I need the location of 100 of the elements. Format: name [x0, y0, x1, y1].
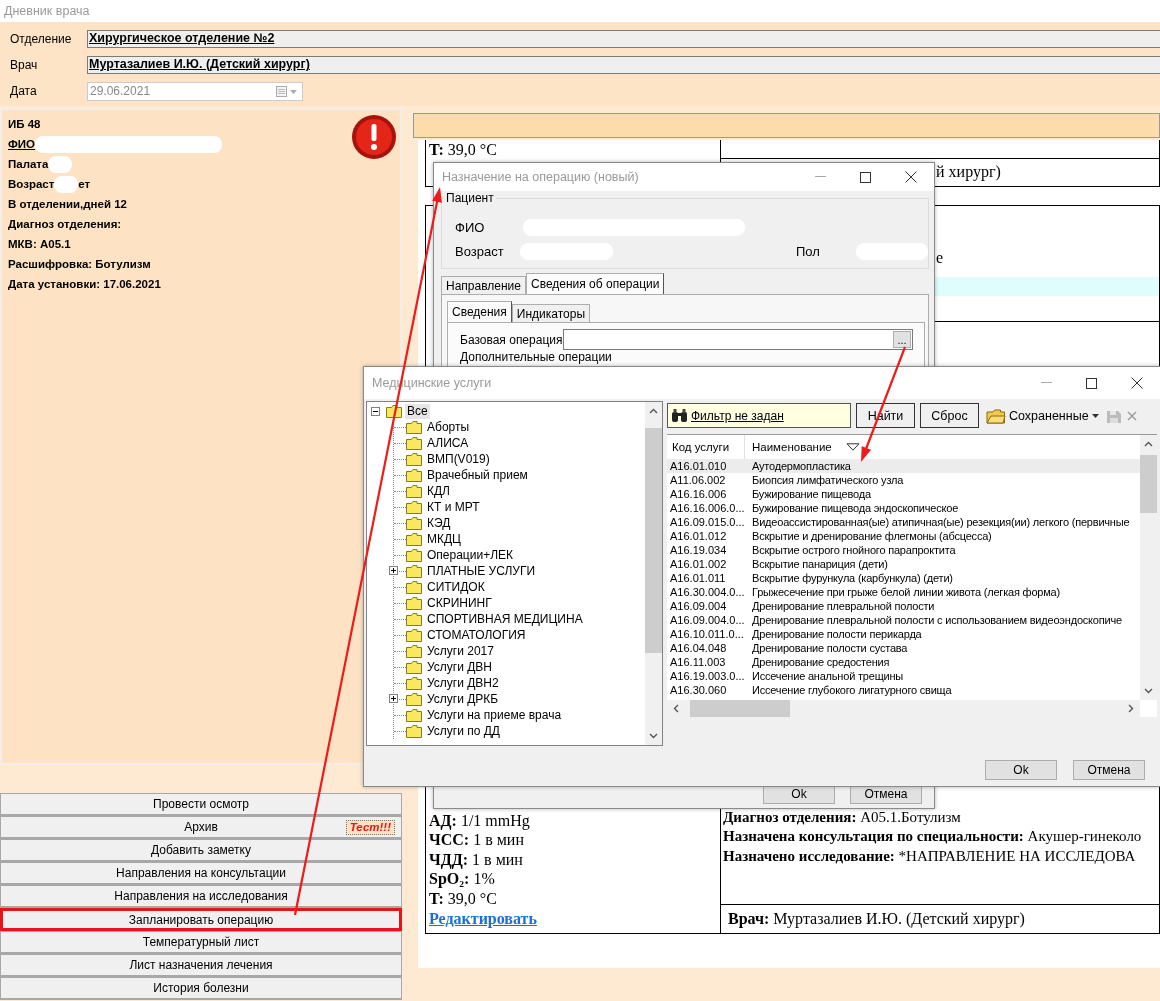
tree-item[interactable]: Врачебный прием [425, 467, 530, 483]
tree-item[interactable]: Услуги ДРКБ [425, 691, 501, 707]
action-button[interactable]: Направления на исследования [0, 885, 402, 908]
action-button[interactable]: Температурный лист [0, 931, 402, 954]
scrollbar-thumb[interactable] [1140, 455, 1157, 513]
tree-item[interactable]: Услуги на приеме врача [425, 707, 564, 723]
caret-icon [1091, 413, 1099, 418]
chevron-up-icon[interactable] [1144, 441, 1153, 447]
tree-item[interactable]: СИТИДОК [425, 579, 487, 595]
action-button[interactable]: Провести осмотр [0, 793, 402, 816]
chevron-down-icon[interactable] [1144, 688, 1153, 694]
tree-item[interactable]: КДЛ [425, 483, 452, 499]
table-row[interactable]: A16.01.011 Вскрытие фурункула (карбункула) (дети) [667, 571, 1140, 585]
chevron-right-icon[interactable] [1128, 704, 1134, 713]
table-cell-text: Видеоассистированная(ые) атипичная(ые) резекция(ии) легкого (первичные [751, 516, 1130, 528]
table-row[interactable]: A11.06.002 Биопсия лимфатического узла [667, 473, 1140, 487]
tree-item[interactable]: Услуги ДВН [425, 659, 495, 675]
expand-icon[interactable] [389, 694, 398, 703]
tree-item[interactable]: СТОМАТОЛОГИЯ [425, 627, 528, 643]
folder-icon [986, 407, 1006, 424]
close-icon[interactable] [1131, 377, 1143, 389]
patient-link[interactable]: ФИО [8, 138, 36, 150]
scrollbar-thumb[interactable] [690, 700, 790, 717]
table-row[interactable]: A16.11.003 Дренирование средостения [667, 655, 1140, 669]
chevron-up-icon[interactable] [649, 408, 658, 414]
summary-line: Назначено исследование: *НАПРАВЛЕНИЕ НА ИССЛЕДОВА [722, 846, 1136, 866]
dialog-button[interactable]: Отмена [1073, 760, 1145, 780]
table-cell-text: A16.04.048 [669, 642, 728, 654]
tree-item[interactable]: СПОРТИВНАЯ МЕДИЦИНА [425, 611, 585, 627]
action-button[interactable]: Запланировать операцию [0, 908, 402, 931]
saved-filters-button[interactable]: Сохраненные [984, 404, 1101, 427]
dialog-button[interactable]: Ok [985, 760, 1057, 780]
table-cell-text: A16.01.002 [669, 558, 728, 570]
maximize-icon[interactable] [860, 171, 871, 183]
tree-item[interactable]: Все [405, 403, 430, 419]
tree-item[interactable]: МКДЦ [425, 531, 463, 547]
column-header[interactable]: Наименование [752, 441, 832, 453]
table-row[interactable]: A16.30.004.0... Грыжесечение при грыже белой линии живота (легкая форма) [667, 585, 1140, 599]
folder-icon [406, 532, 422, 546]
table-row[interactable]: A16.10.011.0... Дренирование полости перикарда [667, 627, 1140, 641]
browse-button[interactable]: ... [893, 331, 911, 348]
action-button[interactable]: Архив Тест!!! [0, 816, 402, 839]
expand-icon[interactable] [389, 566, 398, 575]
table-row[interactable]: A16.30.060 Иссечение глубокого лигатурного свища [667, 683, 1140, 697]
table-cell-text: A16.16.006 [669, 488, 728, 500]
action-button[interactable]: История болезни [0, 977, 402, 1000]
tree-item[interactable]: Услуги ДВН2 [425, 675, 501, 691]
patient-info: Дата установки: 17.06.2021 [8, 278, 161, 290]
folder-icon [406, 420, 422, 434]
table-row[interactable]: A16.19.034 Вскрытие острого гнойного парапроктита [667, 543, 1140, 557]
table-cell-text: Аутодермопластика [751, 460, 851, 472]
table-row[interactable]: A16.09.004 Дренирование плевральной полости [667, 599, 1140, 613]
table-row[interactable]: A16.16.006 Бужирование пищевода [667, 487, 1140, 501]
folder-icon [406, 596, 422, 610]
table-row[interactable]: A16.01.012 Вскрытие и дренирование флегмоны (абсцесса) [667, 529, 1140, 543]
table-row[interactable]: A16.16.006.0... Бужирование пищевода эндоскопическое [667, 501, 1140, 515]
table-cell-text: A16.10.011.0... [669, 628, 745, 640]
tree-item[interactable]: АЛИСА [425, 435, 471, 451]
tab[interactable]: Направление [441, 276, 526, 294]
table-row[interactable]: A16.01.010 Аутодермопластика [667, 459, 1140, 473]
folder-icon [406, 644, 422, 658]
tree-item[interactable]: ПЛАТНЫЕ УСЛУГИ [425, 563, 538, 579]
action-button[interactable]: Добавить заметку [0, 839, 402, 862]
action-button[interactable]: Лист назначения лечения [0, 954, 402, 977]
tree-item[interactable]: Услуги 2017 [425, 643, 496, 659]
scrollbar[interactable] [645, 402, 662, 745]
tree-item[interactable]: Аборты [425, 419, 472, 435]
action-button[interactable]: Направления на консультации [0, 862, 402, 885]
chevron-down-icon[interactable] [649, 733, 658, 739]
readonly-field[interactable]: Хирургическое отделение №2 [87, 30, 1160, 48]
table-cell-text: Грыжесечение при грыже белой линии живота (легкая форма) [751, 586, 1060, 598]
table-row[interactable]: A16.04.048 Дренирование полости сустава [667, 641, 1140, 655]
tree-item[interactable]: Операции+ЛЕК [425, 547, 515, 563]
table-row[interactable]: A16.09.004.0... Дренирование плевральной полости с использованием видеоэндоскопиче [667, 613, 1140, 627]
binoculars-icon[interactable] [671, 408, 688, 423]
tree-item[interactable]: КТ и МРТ [425, 499, 482, 515]
field-label: Врач [9, 58, 39, 72]
close-icon[interactable] [905, 171, 917, 183]
tree-item[interactable]: ВМП(V019) [425, 451, 492, 467]
chevron-left-icon[interactable] [673, 704, 679, 713]
base-operation-field[interactable]: ... [563, 329, 913, 350]
maximize-icon[interactable] [1086, 377, 1097, 389]
tree-item[interactable]: КЭД [425, 515, 453, 531]
edit-link[interactable]: Редактировать [429, 908, 537, 930]
readonly-field[interactable]: Муртазалиев И.Ю. (Детский хирург) [87, 56, 1160, 74]
table-row[interactable]: A16.01.002 Вскрытие панариция (дети) [667, 557, 1140, 571]
tab[interactable]: Индикаторы [511, 304, 591, 322]
tree-item[interactable]: Услуги по ДД [425, 723, 502, 739]
filter-link[interactable]: Фильтр не задан [691, 408, 784, 423]
collapse-icon[interactable] [371, 406, 380, 416]
table-row[interactable]: A16.09.015.0... Видеоассистированная(ые) атипичная(ые) резекция(ии) легкого (первичные [667, 515, 1140, 529]
tab[interactable]: Сведения об операции [525, 273, 665, 294]
table-row[interactable]: A16.19.003.0... Иссечение анальной трещины [667, 669, 1140, 683]
scrollbar-thumb[interactable] [645, 428, 662, 653]
tab[interactable]: Сведения [447, 301, 512, 322]
sort-icon[interactable] [845, 443, 860, 451]
table-cell-text: A16.30.060 [669, 684, 728, 696]
toolbar-button[interactable]: Сброс [920, 403, 979, 428]
scrollbar[interactable] [1140, 435, 1157, 700]
tree-item[interactable]: СКРИНИНГ [425, 595, 494, 611]
